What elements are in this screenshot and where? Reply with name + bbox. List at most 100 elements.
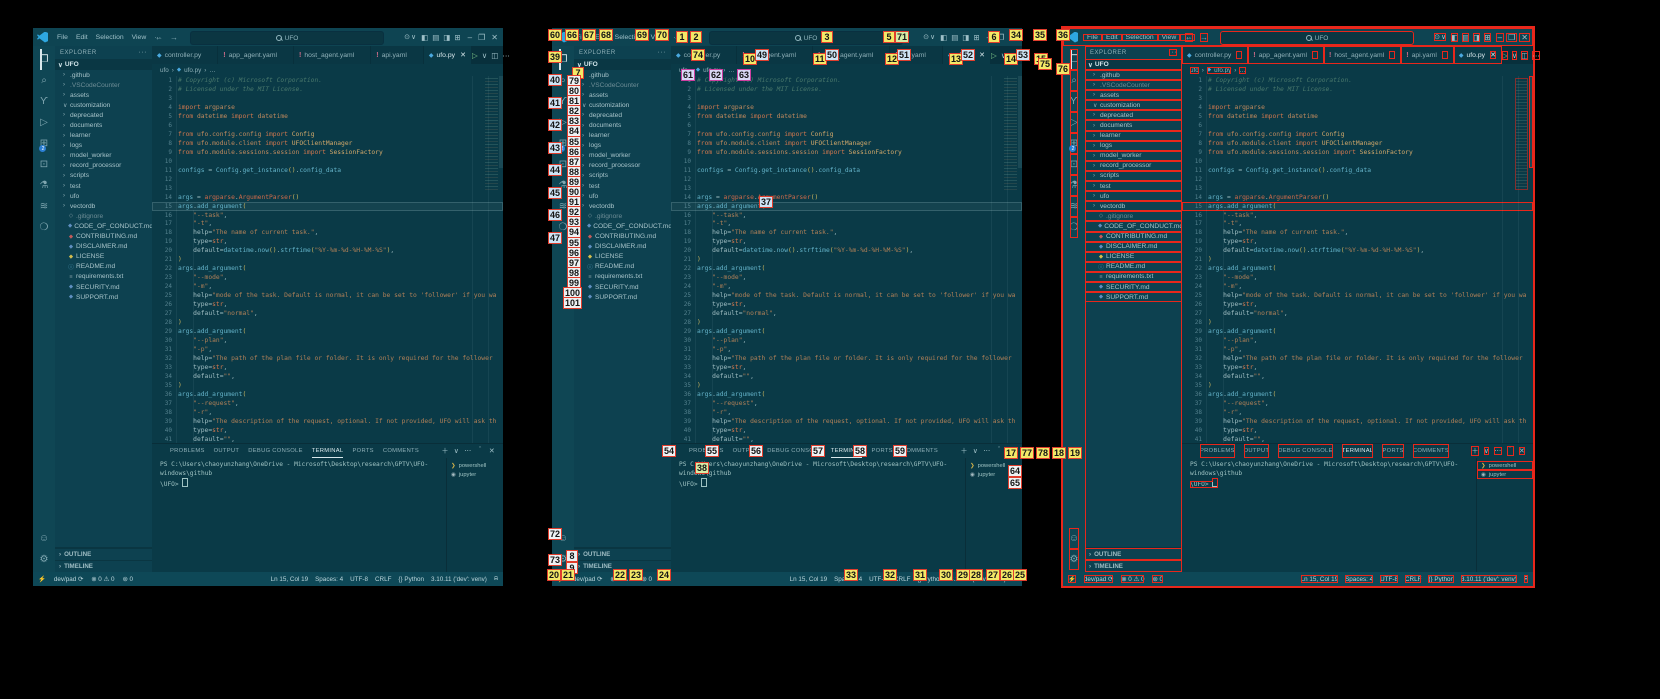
tab-close-button[interactable] bbox=[206, 51, 212, 59]
activity-run-and-debug-icon[interactable]: ▷ bbox=[559, 112, 568, 133]
explorer-item-model_worker[interactable]: ›model_worker bbox=[55, 151, 152, 161]
panel-tab-debug-console[interactable]: DEBUG CONSOLE bbox=[1278, 444, 1332, 458]
activity-explorer-icon[interactable]: ❐ bbox=[1070, 49, 1079, 70]
tab-controller.py[interactable]: ◆controller.py bbox=[152, 46, 218, 64]
restore-button[interactable]: ❐ bbox=[476, 33, 487, 42]
close-button[interactable]: ✕ bbox=[489, 33, 500, 42]
outline-section[interactable]: › OUTLINE bbox=[574, 548, 671, 560]
activity-remote-explorer-icon[interactable]: ⊡ bbox=[1070, 154, 1079, 175]
tab-host_agent.yaml[interactable]: !host_agent.yaml bbox=[294, 46, 371, 64]
status-python-interpreter[interactable]: 3.10.11 ('dev': venv) bbox=[431, 575, 487, 583]
activity-settings-icon[interactable]: ⚙ bbox=[39, 549, 49, 570]
minimize-button[interactable]: – bbox=[466, 33, 474, 42]
explorer-item-customization[interactable]: ∨customization bbox=[1085, 100, 1182, 110]
status-indentation[interactable]: Spaces: 4 bbox=[1345, 575, 1373, 583]
breadcrumb-item-ufo.py[interactable]: ◆ufo.py bbox=[1207, 67, 1231, 74]
status-eol-sequence[interactable]: CRLF bbox=[894, 575, 910, 583]
status-notifications-bell[interactable]: ⍾ bbox=[494, 575, 498, 583]
explorer-item-test[interactable]: ›test bbox=[55, 181, 152, 191]
restore-button[interactable]: ❐ bbox=[995, 33, 1006, 42]
explorer-more-actions[interactable]: ··· bbox=[658, 49, 667, 56]
tab-close-button[interactable] bbox=[801, 51, 807, 59]
activity-search-icon[interactable]: ⌕ bbox=[1070, 70, 1079, 91]
explorer-item-customization[interactable]: ∨customization bbox=[55, 100, 152, 110]
more-editor-actions-icon[interactable]: ⋯ bbox=[1532, 51, 1540, 60]
terminal-profile-jupyter[interactable]: ◉jupyter bbox=[447, 470, 503, 479]
explorer-item-logs[interactable]: ›logs bbox=[1085, 141, 1182, 151]
activity-search-icon[interactable]: ⌕ bbox=[559, 70, 568, 91]
split-editor-icon[interactable]: ◫ bbox=[1521, 51, 1528, 60]
panel-tab-comments[interactable]: COMMENTS bbox=[1413, 444, 1449, 458]
explorer-item-documents[interactable]: ›documents bbox=[55, 120, 152, 130]
tab-close-button[interactable] bbox=[1312, 51, 1318, 59]
menu-file[interactable]: File bbox=[1083, 34, 1102, 41]
explorer-item-README.md[interactable]: ⓘREADME.md bbox=[55, 262, 152, 272]
breadcrumb-item-[interactable]: … bbox=[209, 67, 215, 74]
editor-scrollbar[interactable] bbox=[1018, 76, 1022, 168]
panel-tab-ports[interactable]: PORTS bbox=[871, 444, 892, 458]
activity-accounts-icon[interactable]: ☺ bbox=[558, 528, 568, 549]
panel-tab-debug-console[interactable]: DEBUG CONSOLE bbox=[767, 444, 821, 458]
status-git-branch[interactable]: dev/pad ⟳ bbox=[54, 575, 83, 583]
tab-close-button[interactable] bbox=[725, 51, 731, 59]
minimap[interactable] bbox=[485, 78, 498, 190]
restore-button[interactable]: ❐ bbox=[1506, 33, 1517, 42]
activity-docker-icon[interactable]: ≋ bbox=[559, 196, 568, 217]
panel-tab-problems[interactable]: PROBLEMS bbox=[1200, 444, 1235, 458]
panel-tab-ports[interactable]: PORTS bbox=[1382, 444, 1403, 458]
explorer-item-SECURITY.md[interactable]: ◆SECURITY.md bbox=[574, 282, 671, 292]
explorer-item-SUPPORT.md[interactable]: ◆SUPPORT.md bbox=[1085, 292, 1182, 302]
explorer-item-LICENSE[interactable]: ◆LICENSE bbox=[574, 252, 671, 262]
tab-api.yaml[interactable]: !api.yaml bbox=[1401, 46, 1454, 64]
status-ports-forwarded[interactable]: ⊚ 0 bbox=[641, 575, 652, 583]
editor-scrollbar[interactable] bbox=[499, 76, 503, 168]
activity-settings-icon[interactable]: ⚙ bbox=[558, 549, 568, 570]
run-python-file-icon[interactable]: ▷ bbox=[1502, 51, 1508, 60]
explorer-item-ufo[interactable]: ›ufo bbox=[574, 191, 671, 201]
activity-source-control-icon[interactable]: ϒ bbox=[1070, 91, 1079, 112]
activity-comments-icon[interactable]: ❍ bbox=[559, 217, 568, 238]
explorer-item-CODE_OF_CONDUCT.md[interactable]: ◆CODE_OF_CONDUCT.md bbox=[1085, 221, 1182, 231]
tab-controller.py[interactable]: ◆controller.py bbox=[671, 46, 737, 64]
explorer-item-assets[interactable]: ›assets bbox=[1085, 90, 1182, 100]
explorer-item-.gitignore[interactable]: ◇.gitignore bbox=[574, 211, 671, 221]
timeline-section[interactable]: › TIMELINE bbox=[55, 560, 152, 572]
explorer-item-.gitignore[interactable]: ◇.gitignore bbox=[55, 211, 152, 221]
panel-tab-terminal[interactable]: TERMINAL bbox=[831, 444, 863, 458]
status-ports-forwarded[interactable]: ⊚ 0 bbox=[1152, 575, 1163, 583]
breadcrumb-item-[interactable]: … bbox=[1239, 67, 1245, 74]
layout-toggle-icon-0[interactable]: ◧ bbox=[421, 33, 428, 42]
activity-run-and-debug-icon[interactable]: ▷ bbox=[1070, 112, 1079, 133]
explorer-item-requirements.txt[interactable]: ≡requirements.txt bbox=[55, 272, 152, 282]
terminal-dropdown-icon[interactable]: ∨ bbox=[1484, 447, 1489, 455]
command-center-search[interactable]: UFO bbox=[1220, 31, 1414, 45]
layout-toggle-icon-0[interactable]: ◧ bbox=[1451, 33, 1458, 42]
explorer-item-model_worker[interactable]: ›model_worker bbox=[574, 151, 671, 161]
terminal-dropdown-icon[interactable]: ∨ bbox=[454, 447, 459, 455]
tab-api.yaml[interactable]: !api.yaml bbox=[371, 46, 424, 64]
terminal-input-line[interactable]: \UFO> bbox=[679, 481, 707, 488]
explorer-more-actions[interactable]: ··· bbox=[1169, 49, 1178, 56]
explorer-item-requirements.txt[interactable]: ≡requirements.txt bbox=[1085, 272, 1182, 282]
status-language-mode[interactable]: {} Python bbox=[398, 575, 424, 583]
editor-scrollbar[interactable] bbox=[1529, 76, 1533, 168]
menu-file[interactable]: File bbox=[53, 34, 72, 41]
layout-toggle-icon-1[interactable]: ▤ bbox=[432, 33, 439, 42]
menu-view[interactable]: View bbox=[128, 34, 151, 41]
close-panel-icon[interactable]: ✕ bbox=[489, 447, 495, 455]
explorer-root-folder[interactable]: ∨ UFO bbox=[574, 59, 671, 70]
minimize-button[interactable]: – bbox=[985, 33, 993, 42]
maximize-panel-icon[interactable]: ＾ bbox=[996, 446, 1003, 456]
tab-api.yaml[interactable]: !api.yaml bbox=[890, 46, 943, 64]
tab-close-button[interactable] bbox=[931, 51, 937, 59]
more-terminal-actions-icon[interactable]: ⋯ bbox=[983, 447, 990, 455]
breadcrumb-item-[interactable]: … bbox=[728, 67, 734, 74]
explorer-item-scripts[interactable]: ›scripts bbox=[574, 171, 671, 181]
outline-section[interactable]: › OUTLINE bbox=[1085, 548, 1182, 560]
status-encoding[interactable]: UTF-8 bbox=[350, 575, 368, 583]
explorer-item-SUPPORT.md[interactable]: ◆SUPPORT.md bbox=[574, 292, 671, 302]
status-language-mode[interactable]: {} Python bbox=[917, 575, 943, 583]
activity-extensions-icon[interactable]: ⊞2 bbox=[40, 133, 49, 154]
menu-file[interactable]: File bbox=[572, 34, 591, 41]
activity-remote-explorer-icon[interactable]: ⊡ bbox=[559, 154, 568, 175]
